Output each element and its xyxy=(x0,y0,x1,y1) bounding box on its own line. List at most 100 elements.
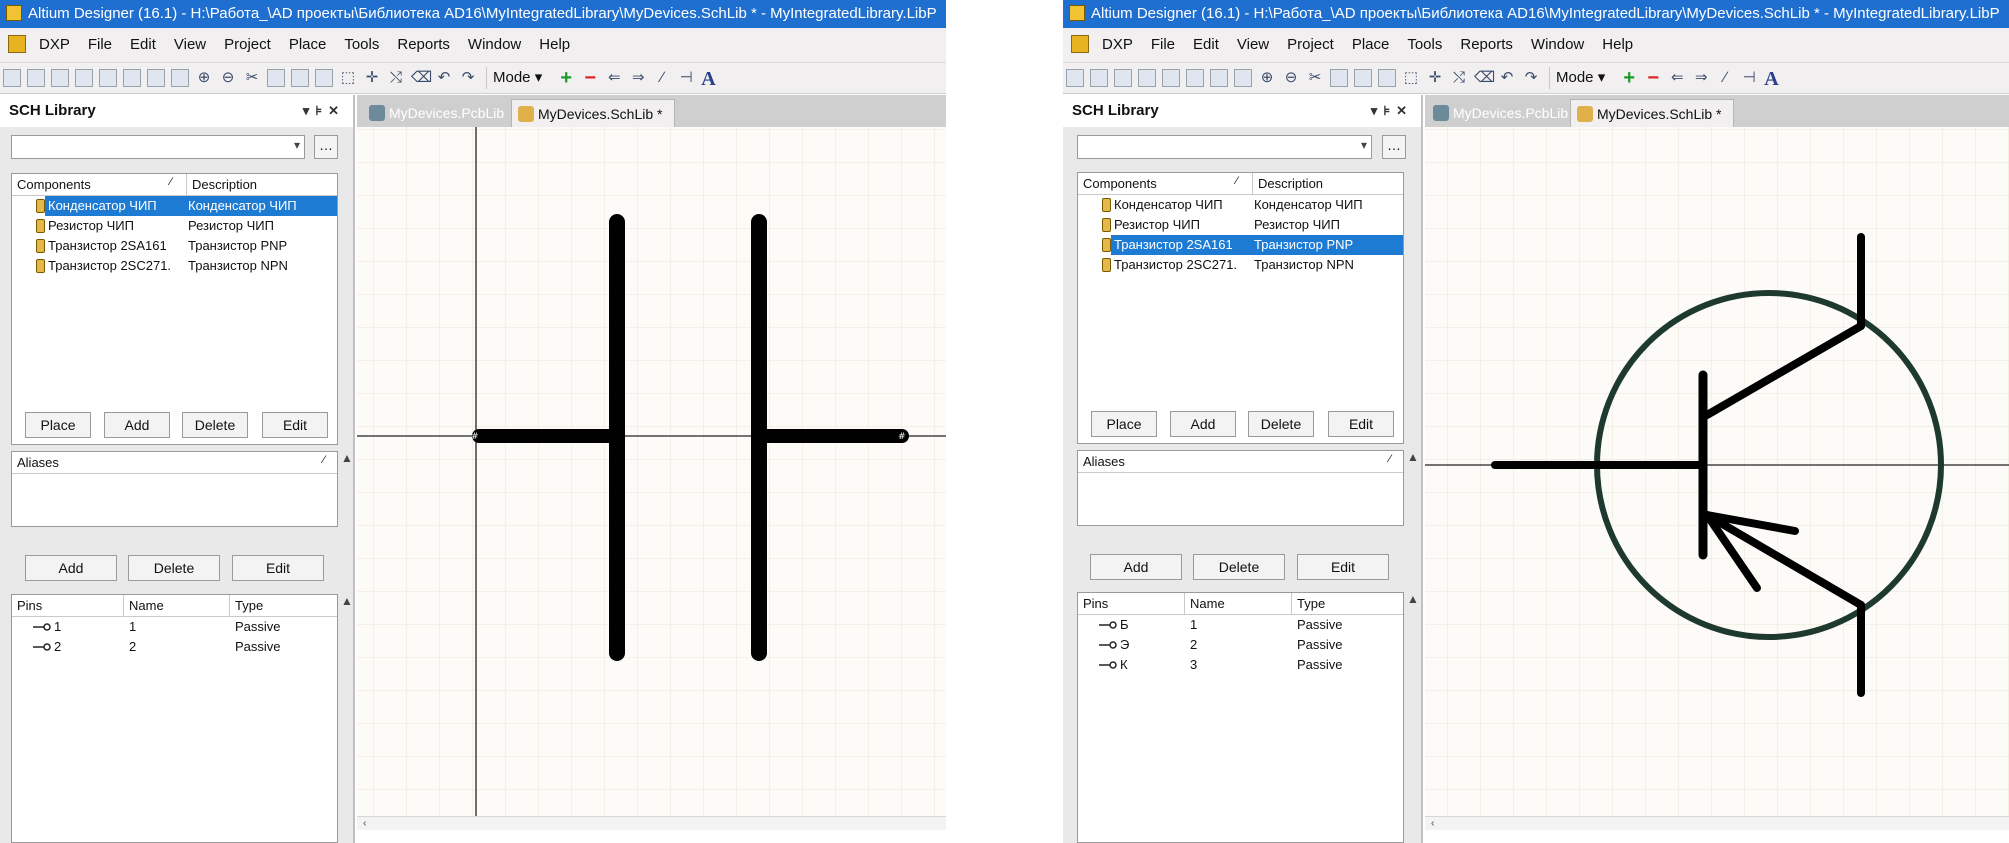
mode-dropdown[interactable]: Mode ▾ xyxy=(486,67,548,89)
add-component-button[interactable]: Add xyxy=(1170,411,1236,437)
browse-button[interactable]: … xyxy=(1382,135,1406,159)
delete-alias-button[interactable]: Delete xyxy=(128,555,220,581)
redo-icon[interactable]: ↷ xyxy=(459,69,477,87)
pin-row[interactable]: Б 1 Passive xyxy=(1078,615,1403,635)
folder-icon[interactable] xyxy=(1234,69,1252,87)
prev-part-icon[interactable]: ⇐ xyxy=(605,69,623,87)
save-icon[interactable] xyxy=(51,69,69,87)
zoom-in-icon[interactable]: ⊕ xyxy=(1258,69,1276,87)
aliases-column-header[interactable]: Aliases xyxy=(1078,451,1403,472)
tab-pcblib[interactable]: MyDevices.PcbLib xyxy=(1427,99,1568,127)
select-icon[interactable]: ⬚ xyxy=(1402,69,1420,87)
add-alias-button[interactable]: Add xyxy=(25,555,117,581)
clear-filter-icon[interactable]: ⌫ xyxy=(1474,69,1495,87)
place-button[interactable]: Place xyxy=(25,412,91,438)
cut-icon[interactable]: ✂ xyxy=(1306,69,1324,87)
pin-row[interactable]: Э 2 Passive xyxy=(1078,635,1403,655)
undo-icon[interactable]: ↶ xyxy=(435,69,453,87)
pin-panel-icon[interactable]: ⊧ xyxy=(1383,103,1396,118)
collapse-pins-icon[interactable]: ▲ xyxy=(1407,592,1419,606)
rubber-stamp-icon[interactable] xyxy=(1378,69,1396,87)
menu-view[interactable]: View xyxy=(165,28,215,62)
text-icon[interactable]: A xyxy=(701,69,719,89)
tab-schlib[interactable]: MyDevices.SchLib * xyxy=(1570,99,1734,127)
type-column-header[interactable]: Type xyxy=(230,595,337,616)
aliases-column-header[interactable]: Aliases xyxy=(12,452,337,473)
menu-edit[interactable]: Edit xyxy=(121,28,165,62)
text-icon[interactable]: A xyxy=(1764,69,1782,89)
menu-window[interactable]: Window xyxy=(1522,28,1593,62)
schematic-canvas[interactable]: ‹ xyxy=(1425,127,2009,830)
prev-part-icon[interactable]: ⇐ xyxy=(1668,69,1686,87)
component-row[interactable]: Транзистор 2SC271. Транзистор NPN xyxy=(12,256,337,276)
remove-part-icon[interactable]: − xyxy=(581,68,599,88)
open-icon[interactable] xyxy=(1090,69,1108,87)
delete-component-button[interactable]: Delete xyxy=(1248,411,1314,437)
schematic-canvas[interactable]: # # ‹ xyxy=(357,127,946,830)
description-column-header[interactable]: Description xyxy=(1253,173,1403,194)
menu-tools[interactable]: Tools xyxy=(335,28,388,62)
panel-menu-icon[interactable]: ▾ xyxy=(1371,103,1384,118)
deselect-icon[interactable]: ⤭ xyxy=(387,69,405,87)
tab-schlib[interactable]: MyDevices.SchLib * xyxy=(511,99,675,127)
zoom-out-icon[interactable]: ⊖ xyxy=(219,69,237,87)
dxp-icon[interactable] xyxy=(1071,35,1089,53)
menu-file[interactable]: File xyxy=(1142,28,1184,62)
undo-icon[interactable]: ↶ xyxy=(1498,69,1516,87)
zoom-in-icon[interactable]: ⊕ xyxy=(195,69,213,87)
line-icon[interactable]: ∕ xyxy=(1716,69,1734,87)
menu-reports[interactable]: Reports xyxy=(1451,28,1522,62)
component-row[interactable]: Конденсатор ЧИП Конденсатор ЧИП xyxy=(12,196,337,216)
select-icon[interactable]: ⬚ xyxy=(339,69,357,87)
description-column-header[interactable]: Description xyxy=(187,174,337,195)
mode-dropdown[interactable]: Mode ▾ xyxy=(1549,67,1611,89)
cut-icon[interactable]: ✂ xyxy=(243,69,261,87)
scroll-left-icon[interactable]: ‹ xyxy=(363,818,366,829)
move-icon[interactable]: ✛ xyxy=(363,69,381,87)
delete-component-button[interactable]: Delete xyxy=(182,412,248,438)
edit-alias-button[interactable]: Edit xyxy=(232,555,324,581)
pins-column-header[interactable]: Pins xyxy=(1078,593,1185,614)
dxp-icon[interactable] xyxy=(8,35,26,53)
menu-place[interactable]: Place xyxy=(280,28,336,62)
zoom-out-icon[interactable]: ⊖ xyxy=(1282,69,1300,87)
folder-icon[interactable] xyxy=(171,69,189,87)
add-part-icon[interactable]: + xyxy=(1620,68,1638,88)
menu-view[interactable]: View xyxy=(1228,28,1278,62)
add-part-icon[interactable]: + xyxy=(557,68,575,88)
component-row[interactable]: Транзистор 2SA161 Транзистор PNP xyxy=(1078,235,1403,255)
menu-file[interactable]: File xyxy=(79,28,121,62)
cube-icon[interactable] xyxy=(1186,69,1204,87)
menu-project[interactable]: Project xyxy=(215,28,280,62)
remove-part-icon[interactable]: − xyxy=(1644,68,1662,88)
move-icon[interactable]: ✛ xyxy=(1426,69,1444,87)
menu-dxp[interactable]: DXP xyxy=(30,28,79,62)
pin-row[interactable]: К 3 Passive xyxy=(1078,655,1403,675)
horizontal-scrollbar[interactable]: ‹ xyxy=(1425,816,2009,830)
edit-component-button[interactable]: Edit xyxy=(262,412,328,438)
component-row[interactable]: Конденсатор ЧИП Конденсатор ЧИП xyxy=(1078,195,1403,215)
collapse-pins-icon[interactable]: ▲ xyxy=(341,594,353,608)
new-file-icon[interactable] xyxy=(3,69,21,87)
component-row[interactable]: Резистор ЧИП Резистор ЧИП xyxy=(12,216,337,236)
rubber-stamp-icon[interactable] xyxy=(315,69,333,87)
panel-menu-icon[interactable]: ▾ xyxy=(303,103,316,118)
next-part-icon[interactable]: ⇒ xyxy=(629,69,647,87)
print-icon[interactable] xyxy=(1138,69,1156,87)
component-icon[interactable] xyxy=(1210,69,1228,87)
component-filter-combo[interactable]: ▾ xyxy=(11,135,305,159)
next-part-icon[interactable]: ⇒ xyxy=(1692,69,1710,87)
scroll-left-icon[interactable]: ‹ xyxy=(1431,818,1434,829)
component-row[interactable]: Транзистор 2SC271. Транзистор NPN xyxy=(1078,255,1403,275)
pin-row[interactable]: 1 1 Passive xyxy=(12,617,337,637)
component-row[interactable]: Резистор ЧИП Резистор ЧИП xyxy=(1078,215,1403,235)
paste-icon[interactable] xyxy=(291,69,309,87)
print-preview-icon[interactable] xyxy=(99,69,117,87)
name-column-header[interactable]: Name xyxy=(124,595,230,616)
close-icon[interactable]: ✕ xyxy=(328,103,345,118)
redo-icon[interactable]: ↷ xyxy=(1522,69,1540,87)
add-alias-button[interactable]: Add xyxy=(1090,554,1182,580)
copy-icon[interactable] xyxy=(1330,69,1348,87)
edit-component-button[interactable]: Edit xyxy=(1328,411,1394,437)
browse-button[interactable]: … xyxy=(314,135,338,159)
